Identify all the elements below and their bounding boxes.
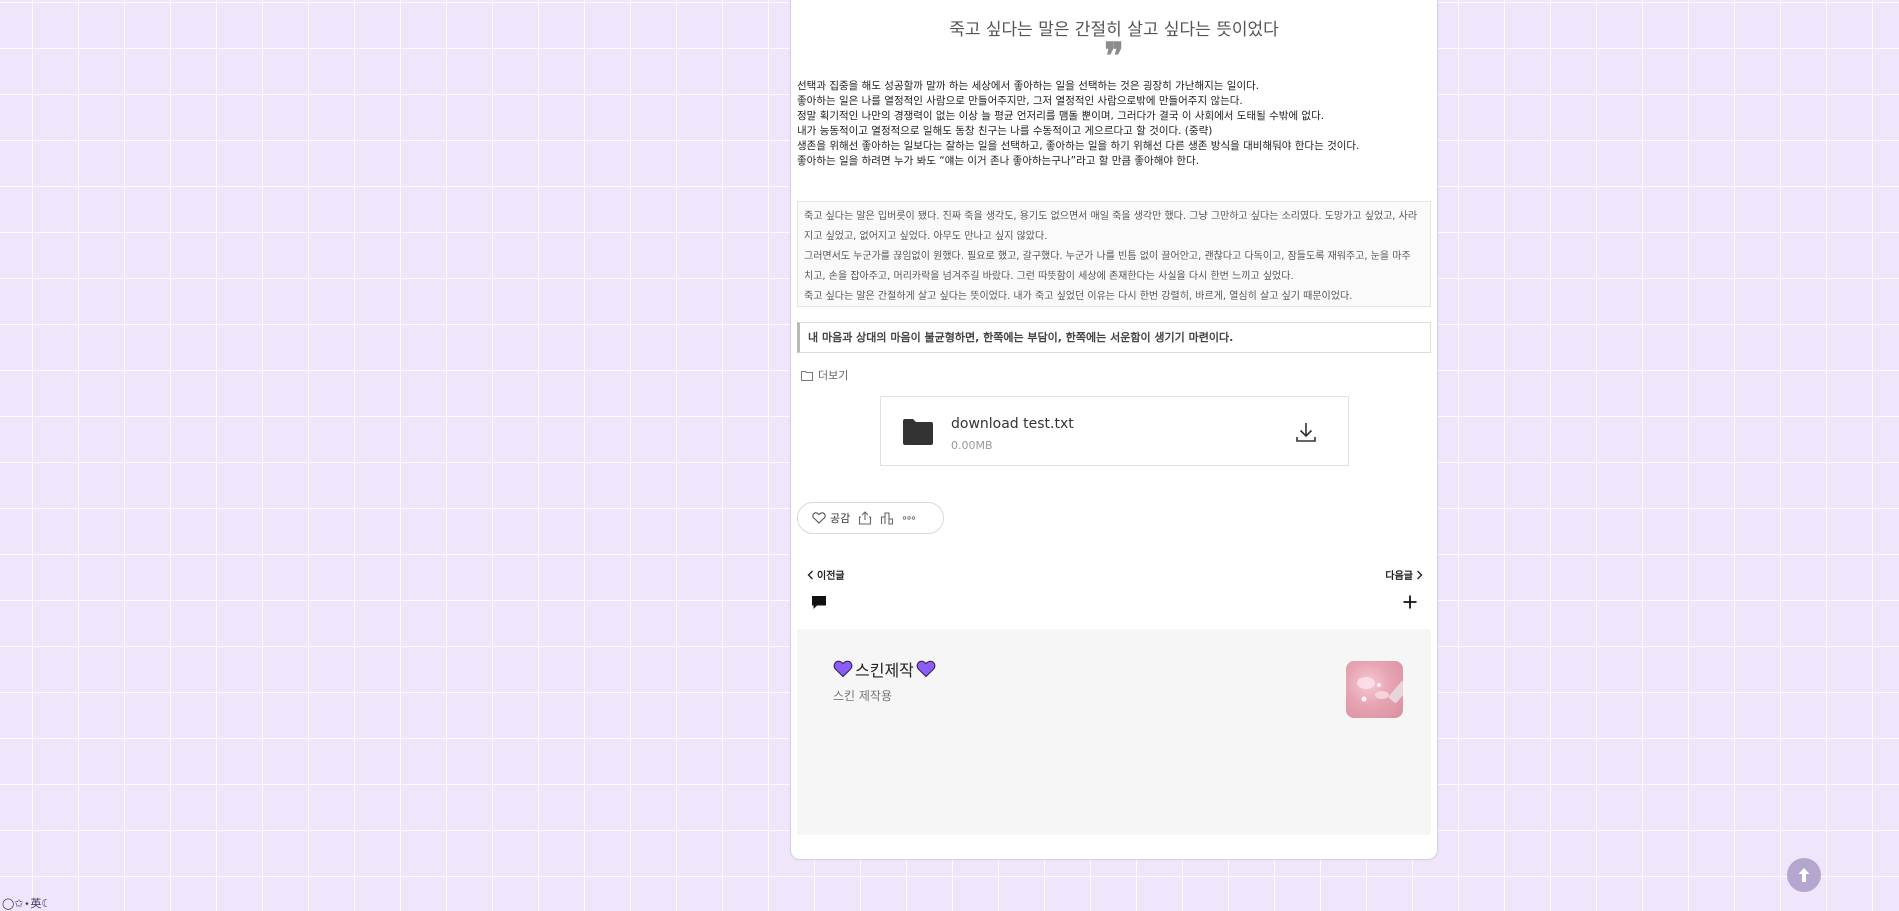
story-line: 죽고 싶다는 말은 간절하게 살고 싶다는 뜻이었다. 내가 죽고 싶었던 이유… bbox=[804, 291, 1353, 302]
story-line: 그러면서도 누군가를 끊임없이 원했다. 필요로 했고, 갈구했다. 누군가 나… bbox=[804, 251, 1411, 262]
share-icon[interactable] bbox=[858, 511, 872, 525]
chevron-left-icon bbox=[807, 570, 813, 579]
quote-line: 정말 획기적인 나만의 경쟁력이 없는 이상 늘 평균 언저리를 맴돌 뿐이며,… bbox=[797, 110, 1325, 122]
quote-body: 선택과 집중을 해도 성공할까 말까 하는 세상에서 좋아하는 일을 선택하는 … bbox=[797, 79, 1427, 169]
heart-icon bbox=[812, 512, 826, 524]
comment-icon[interactable] bbox=[811, 595, 827, 610]
author-profile: 스킨제작 스킨 제작용 bbox=[797, 629, 1431, 835]
highlight-quote: 내 마음과 상대의 마음이 불균형하면, 한쪽에는 부담이, 한쪽에는 서운함이… bbox=[797, 322, 1431, 353]
like-button[interactable]: 공감 bbox=[812, 510, 850, 526]
quote-mark-icon: ❞ bbox=[1104, 35, 1124, 77]
arrow-up-icon bbox=[1798, 868, 1810, 882]
scroll-to-top-button[interactable] bbox=[1787, 858, 1821, 892]
prev-post-link[interactable]: 이전글 bbox=[807, 567, 845, 582]
author-name-label: 스킨제작 bbox=[855, 661, 914, 680]
file-name: download test.txt bbox=[951, 416, 1074, 432]
folder-outline-icon bbox=[801, 370, 813, 381]
quote-line: 내가 능동적이고 열정적으로 일해도 동창 친구는 나를 수동적이고 게으르다고… bbox=[797, 125, 1213, 137]
more-icon[interactable] bbox=[902, 511, 916, 525]
attachment-card[interactable]: download test.txt 0.00MB bbox=[880, 396, 1349, 466]
stats-icon[interactable] bbox=[880, 511, 894, 525]
footer-credit: ◯✩⋆英☾ bbox=[2, 897, 52, 910]
file-size: 0.00MB bbox=[951, 439, 993, 452]
download-icon[interactable] bbox=[1294, 420, 1318, 444]
post-card: 죽고 싶다는 말은 간절히 살고 싶다는 뜻이었다 ❞ 선택과 집중을 해도 성… bbox=[790, 0, 1438, 860]
story-line: 지고 싶었고, 없어지고 싶었다. 아무도 만나고 싶지 않았다. bbox=[804, 231, 1048, 242]
story-box: 죽고 싶다는 말은 입버릇이 됐다. 진짜 죽을 생각도, 용기도 없으면서 매… bbox=[797, 201, 1431, 307]
purple-heart-icon bbox=[833, 660, 853, 678]
next-post-link[interactable]: 다음글 bbox=[1385, 567, 1423, 582]
story-line: 치고, 손을 잡아주고, 머리카락을 넘겨주길 바랐다. 그런 따뜻함이 세상에… bbox=[804, 271, 1294, 282]
quote-line: 좋아하는 일을 하려면 누가 봐도 “얘는 이거 존나 좋아하는구나”라고 할 … bbox=[797, 155, 1200, 167]
like-label: 공감 bbox=[830, 512, 851, 525]
avatar-image bbox=[1357, 677, 1403, 703]
plus-icon[interactable] bbox=[1402, 594, 1418, 610]
author-name[interactable]: 스킨제작 bbox=[833, 657, 936, 681]
quote-line: 선택과 집중을 해도 성공할까 말까 하는 세상에서 좋아하는 일을 선택하는 … bbox=[797, 80, 1260, 92]
quote-line: 생존을 위해선 좋아하는 일보다는 잘하는 일을 선택하고, 좋아하는 일을 하… bbox=[797, 140, 1360, 152]
purple-heart-icon bbox=[916, 660, 936, 678]
more-label: 더보기 bbox=[818, 369, 849, 382]
chevron-right-icon bbox=[1417, 570, 1423, 579]
next-post-label: 다음글 bbox=[1385, 571, 1413, 582]
story-line: 죽고 싶다는 말은 입버릇이 됐다. 진짜 죽을 생각도, 용기도 없으면서 매… bbox=[804, 211, 1418, 222]
author-description: 스킨 제작용 bbox=[833, 689, 893, 703]
author-avatar[interactable] bbox=[1346, 661, 1403, 718]
quote-line: 좋아하는 일은 나를 열정적인 사람으로 만들어주지만, 그저 열정적인 사람으… bbox=[797, 95, 1243, 107]
folder-icon bbox=[903, 419, 933, 445]
more-toggle[interactable]: 더보기 bbox=[801, 367, 848, 383]
reaction-bar: 공감 bbox=[797, 502, 944, 534]
prev-post-label: 이전글 bbox=[817, 571, 845, 582]
